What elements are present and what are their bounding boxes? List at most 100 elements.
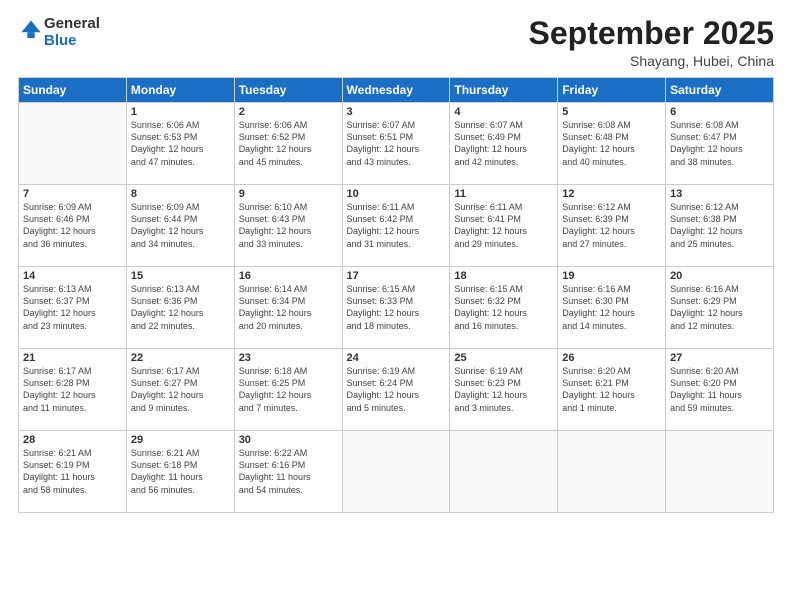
day-info: Sunrise: 6:08 AM Sunset: 6:47 PM Dayligh… (670, 119, 769, 168)
header-saturday: Saturday (666, 78, 774, 103)
calendar-cell: 28Sunrise: 6:21 AM Sunset: 6:19 PM Dayli… (19, 431, 127, 513)
calendar-cell (450, 431, 558, 513)
day-number: 25 (454, 352, 553, 364)
calendar-week-5: 28Sunrise: 6:21 AM Sunset: 6:19 PM Dayli… (19, 431, 774, 513)
day-info: Sunrise: 6:19 AM Sunset: 6:23 PM Dayligh… (454, 365, 553, 414)
calendar-cell: 23Sunrise: 6:18 AM Sunset: 6:25 PM Dayli… (234, 349, 342, 431)
header-monday: Monday (126, 78, 234, 103)
day-info: Sunrise: 6:20 AM Sunset: 6:20 PM Dayligh… (670, 365, 769, 414)
day-info: Sunrise: 6:15 AM Sunset: 6:32 PM Dayligh… (454, 283, 553, 332)
day-info: Sunrise: 6:16 AM Sunset: 6:30 PM Dayligh… (562, 283, 661, 332)
day-number: 11 (454, 188, 553, 200)
logo: General Blue (18, 16, 100, 49)
calendar-week-4: 21Sunrise: 6:17 AM Sunset: 6:28 PM Dayli… (19, 349, 774, 431)
calendar-cell: 13Sunrise: 6:12 AM Sunset: 6:38 PM Dayli… (666, 185, 774, 267)
day-info: Sunrise: 6:17 AM Sunset: 6:28 PM Dayligh… (23, 365, 122, 414)
header-tuesday: Tuesday (234, 78, 342, 103)
day-info: Sunrise: 6:15 AM Sunset: 6:33 PM Dayligh… (347, 283, 446, 332)
header-thursday: Thursday (450, 78, 558, 103)
day-info: Sunrise: 6:21 AM Sunset: 6:18 PM Dayligh… (131, 447, 230, 496)
day-info: Sunrise: 6:09 AM Sunset: 6:44 PM Dayligh… (131, 201, 230, 250)
calendar-cell (666, 431, 774, 513)
day-number: 3 (347, 106, 446, 118)
calendar-week-1: 1Sunrise: 6:06 AM Sunset: 6:53 PM Daylig… (19, 103, 774, 185)
calendar-cell: 3Sunrise: 6:07 AM Sunset: 6:51 PM Daylig… (342, 103, 450, 185)
day-number: 8 (131, 188, 230, 200)
calendar-cell: 15Sunrise: 6:13 AM Sunset: 6:36 PM Dayli… (126, 267, 234, 349)
day-number: 18 (454, 270, 553, 282)
location: Shayang, Hubei, China (529, 53, 774, 69)
page-header: General Blue September 2025 Shayang, Hub… (18, 16, 774, 69)
day-info: Sunrise: 6:07 AM Sunset: 6:51 PM Dayligh… (347, 119, 446, 168)
day-number: 10 (347, 188, 446, 200)
day-number: 27 (670, 352, 769, 364)
calendar-cell: 5Sunrise: 6:08 AM Sunset: 6:48 PM Daylig… (558, 103, 666, 185)
calendar-week-2: 7Sunrise: 6:09 AM Sunset: 6:46 PM Daylig… (19, 185, 774, 267)
day-number: 21 (23, 352, 122, 364)
month-title: September 2025 (529, 16, 774, 51)
calendar-cell: 7Sunrise: 6:09 AM Sunset: 6:46 PM Daylig… (19, 185, 127, 267)
day-info: Sunrise: 6:10 AM Sunset: 6:43 PM Dayligh… (239, 201, 338, 250)
calendar-cell (342, 431, 450, 513)
calendar-cell: 24Sunrise: 6:19 AM Sunset: 6:24 PM Dayli… (342, 349, 450, 431)
calendar-cell: 17Sunrise: 6:15 AM Sunset: 6:33 PM Dayli… (342, 267, 450, 349)
day-info: Sunrise: 6:11 AM Sunset: 6:42 PM Dayligh… (347, 201, 446, 250)
day-number: 29 (131, 434, 230, 446)
logo-text: General Blue (44, 16, 100, 49)
day-number: 23 (239, 352, 338, 364)
header-wednesday: Wednesday (342, 78, 450, 103)
day-number: 2 (239, 106, 338, 118)
calendar-cell: 1Sunrise: 6:06 AM Sunset: 6:53 PM Daylig… (126, 103, 234, 185)
day-number: 1 (131, 106, 230, 118)
day-number: 4 (454, 106, 553, 118)
calendar-cell: 6Sunrise: 6:08 AM Sunset: 6:47 PM Daylig… (666, 103, 774, 185)
calendar-cell: 10Sunrise: 6:11 AM Sunset: 6:42 PM Dayli… (342, 185, 450, 267)
day-info: Sunrise: 6:06 AM Sunset: 6:53 PM Dayligh… (131, 119, 230, 168)
day-info: Sunrise: 6:08 AM Sunset: 6:48 PM Dayligh… (562, 119, 661, 168)
day-info: Sunrise: 6:12 AM Sunset: 6:39 PM Dayligh… (562, 201, 661, 250)
day-info: Sunrise: 6:11 AM Sunset: 6:41 PM Dayligh… (454, 201, 553, 250)
day-info: Sunrise: 6:07 AM Sunset: 6:49 PM Dayligh… (454, 119, 553, 168)
day-number: 6 (670, 106, 769, 118)
day-number: 14 (23, 270, 122, 282)
day-number: 7 (23, 188, 122, 200)
day-number: 30 (239, 434, 338, 446)
calendar-cell: 27Sunrise: 6:20 AM Sunset: 6:20 PM Dayli… (666, 349, 774, 431)
calendar-cell: 26Sunrise: 6:20 AM Sunset: 6:21 PM Dayli… (558, 349, 666, 431)
calendar-cell: 11Sunrise: 6:11 AM Sunset: 6:41 PM Dayli… (450, 185, 558, 267)
calendar-cell: 8Sunrise: 6:09 AM Sunset: 6:44 PM Daylig… (126, 185, 234, 267)
calendar: Sunday Monday Tuesday Wednesday Thursday… (18, 77, 774, 513)
day-info: Sunrise: 6:18 AM Sunset: 6:25 PM Dayligh… (239, 365, 338, 414)
day-number: 9 (239, 188, 338, 200)
day-info: Sunrise: 6:14 AM Sunset: 6:34 PM Dayligh… (239, 283, 338, 332)
calendar-cell (558, 431, 666, 513)
day-number: 16 (239, 270, 338, 282)
day-info: Sunrise: 6:19 AM Sunset: 6:24 PM Dayligh… (347, 365, 446, 414)
day-number: 19 (562, 270, 661, 282)
day-info: Sunrise: 6:09 AM Sunset: 6:46 PM Dayligh… (23, 201, 122, 250)
day-number: 28 (23, 434, 122, 446)
day-number: 24 (347, 352, 446, 364)
day-number: 15 (131, 270, 230, 282)
calendar-cell: 2Sunrise: 6:06 AM Sunset: 6:52 PM Daylig… (234, 103, 342, 185)
calendar-cell: 14Sunrise: 6:13 AM Sunset: 6:37 PM Dayli… (19, 267, 127, 349)
day-number: 13 (670, 188, 769, 200)
day-number: 5 (562, 106, 661, 118)
day-info: Sunrise: 6:06 AM Sunset: 6:52 PM Dayligh… (239, 119, 338, 168)
logo-icon (20, 19, 42, 41)
calendar-cell: 20Sunrise: 6:16 AM Sunset: 6:29 PM Dayli… (666, 267, 774, 349)
day-info: Sunrise: 6:21 AM Sunset: 6:19 PM Dayligh… (23, 447, 122, 496)
calendar-cell: 21Sunrise: 6:17 AM Sunset: 6:28 PM Dayli… (19, 349, 127, 431)
day-info: Sunrise: 6:12 AM Sunset: 6:38 PM Dayligh… (670, 201, 769, 250)
calendar-cell: 16Sunrise: 6:14 AM Sunset: 6:34 PM Dayli… (234, 267, 342, 349)
day-number: 17 (347, 270, 446, 282)
day-number: 26 (562, 352, 661, 364)
calendar-cell: 22Sunrise: 6:17 AM Sunset: 6:27 PM Dayli… (126, 349, 234, 431)
day-info: Sunrise: 6:13 AM Sunset: 6:36 PM Dayligh… (131, 283, 230, 332)
day-info: Sunrise: 6:20 AM Sunset: 6:21 PM Dayligh… (562, 365, 661, 414)
day-number: 22 (131, 352, 230, 364)
calendar-cell: 9Sunrise: 6:10 AM Sunset: 6:43 PM Daylig… (234, 185, 342, 267)
header-friday: Friday (558, 78, 666, 103)
day-number: 12 (562, 188, 661, 200)
weekday-header-row: Sunday Monday Tuesday Wednesday Thursday… (19, 78, 774, 103)
